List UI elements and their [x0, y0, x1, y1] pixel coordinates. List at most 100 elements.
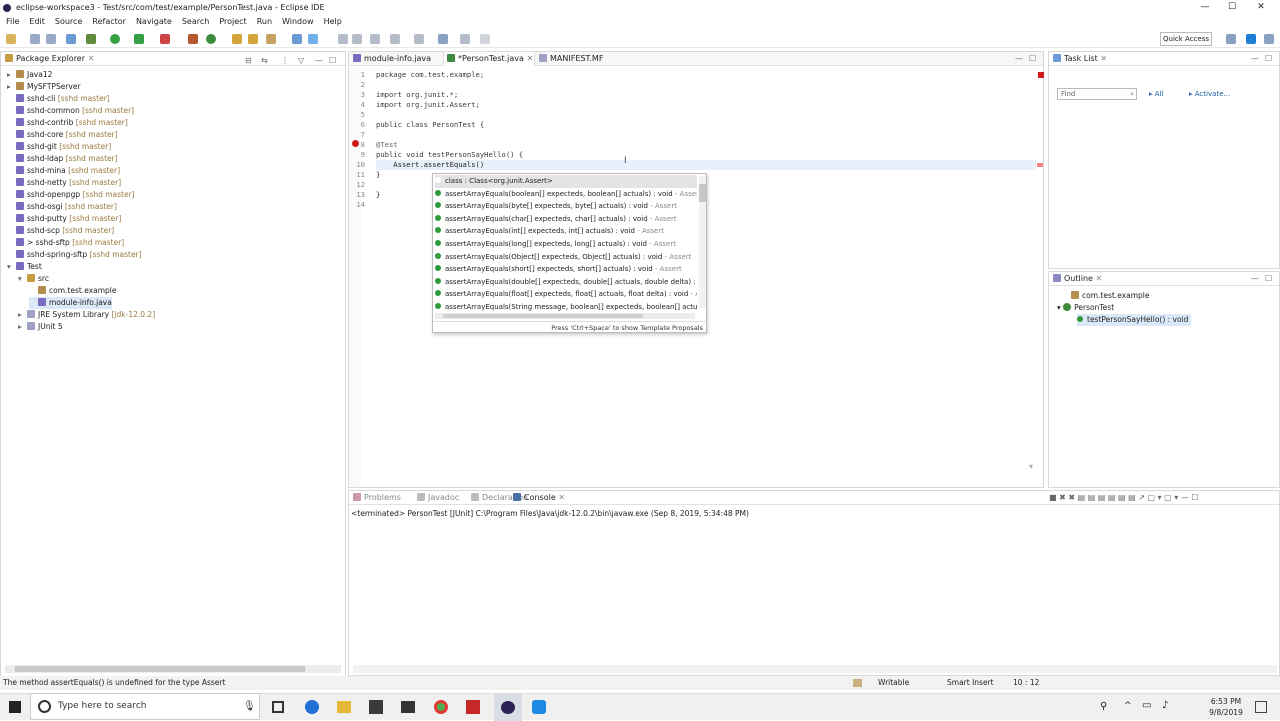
link-editor-icon[interactable]: ⇆ — [261, 54, 268, 68]
tree-item[interactable]: sshd-contrib [sshd master] — [7, 117, 128, 129]
store-icon[interactable] — [369, 700, 383, 714]
word-wrap-icon[interactable] — [338, 34, 348, 44]
menu-search[interactable]: Search — [182, 17, 209, 26]
edge-icon[interactable] — [305, 700, 319, 714]
code-line[interactable]: import org.junit.*; — [376, 90, 458, 100]
completion-item[interactable]: assertArrayEquals(long[] expecteds, long… — [435, 238, 697, 251]
notifications-icon[interactable] — [1255, 701, 1267, 713]
find-field[interactable]: Find ⌕ — [1057, 88, 1137, 100]
menu-edit[interactable]: Edit — [29, 17, 45, 26]
save-icon[interactable] — [30, 34, 40, 44]
video-app-icon[interactable] — [532, 700, 546, 714]
tree-item[interactable]: sshd-spring-sftp [sshd master] — [7, 249, 142, 261]
next-annotation-icon[interactable] — [390, 34, 400, 44]
show-whitespace-icon[interactable] — [370, 34, 380, 44]
popup-h-scrollbar-thumb[interactable] — [443, 314, 643, 318]
code-line[interactable]: } — [376, 170, 380, 180]
minimize-view-icon[interactable]: — — [1251, 52, 1259, 66]
new-java-project-icon[interactable] — [188, 34, 198, 44]
menu-source[interactable]: Source — [55, 17, 82, 26]
all-link[interactable]: ▸ All — [1149, 90, 1163, 98]
completion-item[interactable]: assertArrayEquals(short[] expecteds, sho… — [435, 263, 697, 276]
insert-mode-status[interactable]: Smart Insert — [947, 676, 994, 690]
expand-arrow-icon[interactable]: ▸ — [7, 81, 16, 93]
debug-icon[interactable] — [86, 34, 96, 44]
activate-link[interactable]: ▸ Activate... — [1189, 90, 1230, 98]
menu-refactor[interactable]: Refactor — [92, 17, 126, 26]
new-class-icon[interactable] — [206, 34, 216, 44]
code-line[interactable]: import org.junit.Assert; — [376, 100, 480, 110]
maximize-view-icon[interactable]: ☐ — [1029, 52, 1036, 66]
tab-console[interactable]: Console ✕ — [513, 491, 565, 505]
code-line[interactable]: package com.test.example; — [376, 70, 484, 80]
coverage-icon[interactable] — [134, 34, 144, 44]
people-icon[interactable]: ⚲ — [1100, 701, 1107, 712]
tree-item[interactable]: sshd-mina [sshd master] — [7, 165, 120, 177]
popup-scrollbar[interactable] — [699, 176, 706, 308]
tree-item[interactable]: module-info.java — [29, 297, 112, 309]
close-tab-icon[interactable]: ✕ — [558, 493, 565, 502]
expand-arrow-icon[interactable]: ▸ — [18, 321, 27, 333]
completion-item[interactable]: assertArrayEquals(float[] expecteds, flo… — [435, 288, 697, 301]
code-line[interactable]: } — [376, 190, 380, 200]
package-explorer-tab[interactable]: Package Explorer ✕ ⊟ ⇆ ⋮ ▽ — ☐ — [1, 52, 345, 66]
completion-item[interactable]: class : Class<org.junit.Assert> — [435, 175, 697, 188]
tree-item[interactable]: sshd-osgi [sshd master] — [7, 201, 117, 213]
minimize-view-icon[interactable]: — — [1015, 52, 1023, 66]
tree-item[interactable]: sshd-netty [sshd master] — [7, 177, 121, 189]
windows-start-icon[interactable] — [9, 701, 21, 713]
toggle-mark-icon[interactable] — [292, 34, 302, 44]
tree-item[interactable]: ▸ MySFTPServer — [7, 81, 81, 93]
file-explorer-icon[interactable] — [337, 701, 351, 713]
forward-icon[interactable] — [460, 34, 470, 44]
maximize-view-icon[interactable]: ☐ — [1265, 52, 1272, 66]
code-line[interactable]: public class PersonTest { — [376, 120, 484, 130]
tree-item[interactable]: ▸ JRE System Library [jdk-12.0.2] — [18, 309, 155, 321]
close-tab-icon[interactable]: ✕ — [1100, 54, 1107, 63]
save-all-icon[interactable] — [46, 34, 56, 44]
code-line[interactable]: @Test — [376, 140, 398, 150]
menu-help[interactable]: Help — [324, 17, 342, 26]
filter-icon[interactable]: ⋮ — [281, 54, 289, 68]
maximize-button[interactable]: ☐ — [1219, 0, 1245, 15]
run-icon[interactable] — [110, 34, 120, 44]
toggle-highlight-icon[interactable] — [308, 34, 318, 44]
external-tools-icon[interactable] — [160, 34, 170, 44]
open-type-icon[interactable] — [232, 34, 242, 44]
acrobat-icon[interactable] — [466, 700, 480, 714]
tree-item[interactable]: sshd-scp [sshd master] — [7, 225, 114, 237]
popup-h-scrollbar[interactable] — [435, 313, 695, 319]
vertical-scroll-arrow[interactable]: ▾ — [1029, 462, 1033, 472]
java-perspective-icon[interactable] — [1246, 34, 1256, 44]
completion-item[interactable]: assertArrayEquals(byte[] expecteds, byte… — [435, 200, 697, 213]
completion-item[interactable]: assertArrayEquals(boolean[] expecteds, b… — [435, 188, 697, 201]
tray-expand-icon[interactable]: ^ — [1124, 701, 1132, 711]
maximize-view-icon[interactable]: ☐ — [1265, 272, 1272, 286]
clock[interactable]: 6:53 PM 9/8/2019 — [1204, 696, 1248, 718]
console-scrollbar[interactable] — [353, 665, 1277, 673]
close-tab-icon[interactable]: ✕ — [1096, 274, 1103, 283]
completion-item[interactable]: assertArrayEquals(char[] expecteds, char… — [435, 213, 697, 226]
tab-module-info[interactable]: module-info.java — [353, 52, 441, 66]
debug-perspective-icon[interactable] — [1264, 34, 1274, 44]
microphone-icon[interactable]: 🎙 — [243, 694, 256, 719]
tree-item[interactable]: sshd-putty [sshd master] — [7, 213, 121, 225]
minimize-button[interactable]: — — [1192, 0, 1218, 15]
tree-item[interactable]: ▾ Test — [7, 261, 42, 273]
code-line[interactable]: Assert.assertEquals() — [376, 160, 1036, 170]
perspective-open-icon[interactable] — [1226, 34, 1236, 44]
outline-method[interactable]: testPersonSayHello() : void — [1077, 314, 1192, 326]
tree-item[interactable]: ▸ Java12 — [7, 69, 52, 81]
menu-navigate[interactable]: Navigate — [136, 17, 172, 26]
expand-arrow-icon[interactable]: ▸ — [18, 309, 27, 321]
scrollbar-thumb[interactable] — [15, 666, 305, 672]
minimize-view-icon[interactable]: — — [1251, 272, 1259, 286]
tab-manifest[interactable]: MANIFEST.MF — [539, 52, 619, 66]
outline-class[interactable]: ▾ PersonTest — [1057, 302, 1114, 314]
expand-arrow-icon[interactable]: ▸ — [7, 69, 16, 81]
tree-item[interactable]: sshd-core [sshd master] — [7, 129, 118, 141]
collapse-all-icon[interactable]: ⊟ — [245, 54, 252, 68]
close-button[interactable]: ✕ — [1248, 0, 1274, 15]
tree-item[interactable]: sshd-openpgp [sshd master] — [7, 189, 135, 201]
content-assist-popup[interactable]: class : Class<org.junit.Assert> assertArr… — [432, 173, 707, 333]
